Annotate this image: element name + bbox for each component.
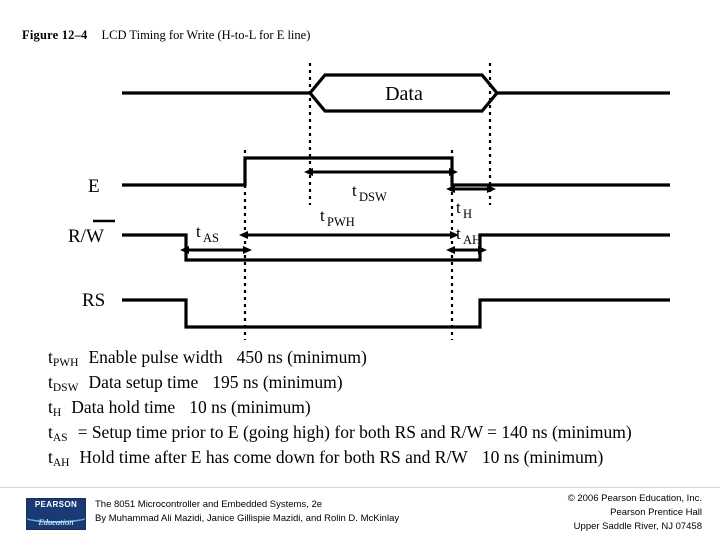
signal-label-rw: R/W	[68, 226, 104, 247]
signal-label-e: E	[88, 176, 100, 197]
tpwh-sub: PWH	[327, 215, 355, 229]
book-title: The 8051 Microcontroller and Embedded Sy…	[95, 499, 323, 510]
tas-sub: AS	[203, 231, 219, 245]
th-sub: H	[463, 207, 472, 221]
spec-row: tDSW Data setup time 195 ns (minimum)	[48, 370, 688, 395]
spec-value: 10 ns (minimum)	[189, 397, 311, 417]
figure-caption: LCD Timing for Write (H-to-L for E line)	[101, 28, 311, 42]
spec-description: Data setup time	[88, 372, 199, 392]
tas-base: t	[196, 222, 201, 241]
tdsw-base: t	[352, 181, 357, 200]
timing-spec-list: tPWH Enable pulse width 450 ns (minimum) t…	[48, 345, 688, 470]
signal-label-rs: RS	[82, 290, 105, 311]
tpwh-base: t	[320, 206, 325, 225]
spec-symbol: tH	[48, 397, 62, 419]
spec-row: tPWH Enable pulse width 450 ns (minimum)	[48, 345, 688, 370]
spec-description: Data hold time	[71, 397, 176, 417]
waveform-rs: RS	[82, 290, 670, 329]
tdsw-sub: DSW	[359, 190, 387, 204]
waveform-data: Data	[122, 73, 670, 113]
spec-description: = Setup time prior to E (going high) for…	[77, 422, 632, 442]
tah-base: t	[456, 224, 461, 243]
book-authors: By Muhammad Ali Mazidi, Janice Gillispie…	[95, 513, 400, 524]
timing-arrow-th: t H	[446, 185, 496, 221]
spec-description: Hold time after E has come down for both…	[79, 447, 468, 467]
slide-footer: PEARSON Education The 8051 Microcontroll…	[0, 492, 720, 540]
spec-row: tAS = Setup time prior to E (going high) …	[48, 420, 688, 445]
book-info: The 8051 Microcontroller and Embedded Sy…	[95, 498, 399, 526]
rw-w-glyph: W	[86, 226, 104, 247]
waveform-rw: R/W	[68, 219, 670, 262]
timing-arrow-tdsw: t DSW	[304, 168, 458, 204]
spec-symbol: tAS	[48, 422, 68, 444]
figure-title: Figure 12–4 LCD Timing for Write (H-to-L …	[22, 26, 310, 44]
data-bus-label: Data	[385, 83, 423, 105]
spec-symbol: tPWH	[48, 347, 79, 369]
copyright-line-3: Upper Saddle River, NJ 07458	[573, 521, 702, 532]
th-base: t	[456, 198, 461, 217]
spec-symbol: tDSW	[48, 372, 79, 394]
spec-value: 450 ns (minimum)	[236, 347, 367, 367]
spec-description: Enable pulse width	[88, 347, 223, 367]
spec-value: 195 ns (minimum)	[212, 372, 343, 392]
pearson-logo-education: Education	[38, 517, 74, 527]
pearson-logo: PEARSON Education	[26, 498, 86, 530]
spec-row: tAH Hold time after E has come down for b…	[48, 445, 688, 470]
copyright-line-1: © 2006 Pearson Education, Inc.	[567, 493, 702, 504]
tah-sub: AH	[463, 233, 481, 247]
spec-value: 10 ns (minimum)	[481, 447, 604, 467]
timing-diagram: Data E t DSW t H R/W t AS t PWH t AH RS	[0, 55, 720, 345]
figure-number: Figure 12–4	[22, 28, 88, 42]
slide-canvas: Figure 12–4 LCD Timing for Write (H-to-L …	[0, 0, 720, 540]
copyright-info: © 2006 Pearson Education, Inc. Pearson P…	[568, 492, 702, 534]
spec-symbol: tAH	[48, 447, 70, 469]
copyright-line-2: Pearson Prentice Hall	[610, 507, 702, 518]
timing-arrow-tpwh: t PWH	[239, 206, 459, 239]
spec-row: tH Data hold time 10 ns (minimum)	[48, 395, 688, 420]
timing-arrow-tas: t AS	[180, 222, 252, 254]
footer-divider	[0, 487, 720, 488]
timing-arrow-tah: t AH	[446, 224, 487, 254]
